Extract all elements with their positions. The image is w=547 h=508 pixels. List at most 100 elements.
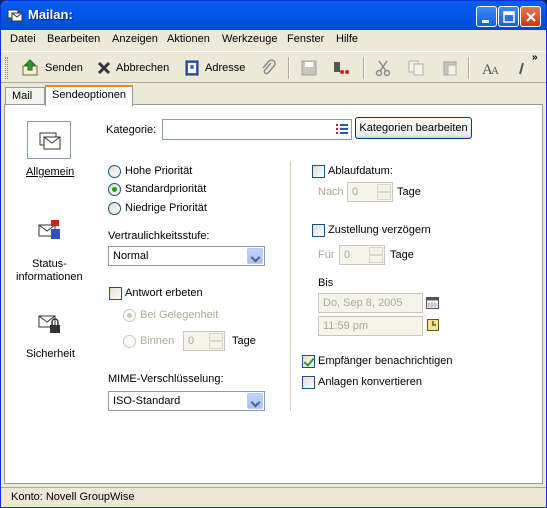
stepper-arrows-icon[interactable] bbox=[209, 333, 223, 349]
delay-delivery-checkbox[interactable] bbox=[312, 224, 325, 237]
address-button[interactable]: Adresse bbox=[183, 57, 245, 79]
copy-icon bbox=[408, 60, 424, 76]
tab-mail-label: Mail bbox=[12, 90, 33, 102]
clock-icon[interactable] bbox=[427, 319, 439, 331]
toolbar-grip[interactable] bbox=[5, 57, 8, 79]
reply-within-value: 0 bbox=[188, 335, 195, 347]
nav-security-label[interactable]: Sicherheit bbox=[26, 348, 75, 360]
reply-requested-checkbox[interactable] bbox=[109, 287, 122, 300]
edit-categories-label: Kategorien bearbeiten bbox=[359, 122, 468, 134]
category-input[interactable] bbox=[162, 119, 352, 140]
security-lock-icon[interactable] bbox=[38, 313, 62, 335]
confidentiality-select[interactable]: Normal bbox=[108, 246, 265, 266]
mime-encoding-value: ISO-Standard bbox=[113, 395, 181, 407]
italic-icon bbox=[519, 62, 524, 75]
spell-check-icon bbox=[334, 62, 349, 74]
send-button[interactable]: Senden bbox=[21, 57, 83, 79]
priority-standard-label[interactable]: Standardpriorität bbox=[125, 183, 206, 195]
expiration-checkbox[interactable] bbox=[312, 165, 325, 178]
menu-werkzeuge[interactable]: Werkzeuge bbox=[222, 33, 277, 45]
tab-sendeoptionen-label: Sendeoptionen bbox=[52, 89, 127, 101]
delay-until-label: Bis bbox=[318, 277, 334, 289]
delay-time-input[interactable]: 11:59 pm bbox=[318, 316, 423, 336]
menu-bar: Datei Bearbeiten Anzeigen Aktionen Werkz… bbox=[1, 30, 546, 50]
convert-attachments-label[interactable]: Anlagen konvertieren bbox=[318, 376, 422, 388]
minimize-button[interactable] bbox=[476, 6, 497, 27]
toolbar-separator bbox=[288, 57, 290, 79]
nav-status-label-line1[interactable]: Status- bbox=[32, 258, 67, 270]
attach-button[interactable] bbox=[259, 57, 277, 79]
divider bbox=[295, 343, 470, 344]
copy-button[interactable] bbox=[407, 57, 425, 79]
mail-app-icon bbox=[7, 9, 23, 22]
expiration-label[interactable]: Ablaufdatum: bbox=[328, 165, 393, 177]
reply-within-days-stepper[interactable]: 0 bbox=[183, 331, 225, 351]
title-bar[interactable]: Mailan: bbox=[1, 1, 546, 30]
priority-standard-radio[interactable] bbox=[108, 183, 121, 196]
divider bbox=[106, 152, 470, 153]
font-button[interactable]: A A bbox=[481, 57, 501, 79]
confidentiality-label: Vertraulichkeitsstufe: bbox=[108, 230, 210, 242]
delay-days-stepper[interactable]: 0 bbox=[339, 245, 385, 265]
delay-for-value: 0 bbox=[344, 249, 351, 261]
stepper-arrows-icon[interactable] bbox=[377, 184, 391, 200]
notify-recipients-label[interactable]: Empfänger benachrichtigen bbox=[318, 355, 453, 367]
menu-anzeigen[interactable]: Anzeigen bbox=[112, 33, 158, 45]
tab-strip: Mail Sendeoptionen bbox=[1, 85, 546, 106]
tab-mail[interactable]: Mail bbox=[5, 87, 45, 105]
menu-datei[interactable]: Datei bbox=[10, 33, 36, 45]
column-divider bbox=[290, 161, 291, 411]
maximize-button[interactable] bbox=[498, 6, 519, 27]
delay-delivery-label[interactable]: Zustellung verzögern bbox=[328, 224, 431, 236]
expiration-days-stepper[interactable]: 0 bbox=[347, 182, 393, 202]
nav-general-label[interactable]: Allgemein bbox=[26, 166, 74, 178]
mime-encoding-select[interactable]: ISO-Standard bbox=[108, 391, 265, 411]
close-icon bbox=[526, 12, 536, 22]
save-button[interactable] bbox=[300, 57, 318, 79]
delay-days-label: Tage bbox=[390, 249, 414, 261]
menu-bearbeiten[interactable]: Bearbeiten bbox=[47, 33, 100, 45]
cut-button[interactable] bbox=[374, 57, 392, 79]
confidentiality-value: Normal bbox=[113, 250, 149, 262]
chevron-down-icon[interactable] bbox=[247, 248, 263, 264]
mime-encoding-label: MIME-Verschlüsselung: bbox=[108, 373, 224, 385]
paste-button[interactable] bbox=[441, 57, 459, 79]
convert-attachments-checkbox[interactable] bbox=[302, 376, 315, 389]
status-info-icon[interactable] bbox=[38, 219, 62, 241]
edit-categories-button[interactable]: Kategorien bearbeiten bbox=[355, 117, 472, 139]
reply-within-label[interactable]: Binnen bbox=[140, 335, 174, 347]
toolbar-overflow-chevron-icon[interactable]: » bbox=[532, 52, 538, 63]
priority-high-radio[interactable] bbox=[108, 165, 121, 178]
reply-when-convenient-label[interactable]: Bei Gelegenheit bbox=[140, 309, 218, 321]
cancel-button[interactable]: Abbrechen bbox=[96, 57, 169, 79]
nav-status-label-line2[interactable]: informationen bbox=[16, 271, 83, 283]
chevron-down-icon[interactable] bbox=[247, 393, 263, 409]
close-button[interactable] bbox=[520, 6, 541, 27]
priority-high-label[interactable]: Hohe Priorität bbox=[125, 165, 192, 177]
notify-recipients-checkbox[interactable] bbox=[302, 355, 315, 368]
priority-low-label[interactable]: Niedrige Priorität bbox=[125, 202, 207, 214]
send-icon bbox=[22, 59, 38, 76]
expiration-after-label: Nach bbox=[318, 186, 344, 198]
spell-check-button[interactable] bbox=[331, 57, 351, 79]
paperclip-icon bbox=[262, 59, 276, 75]
reply-when-convenient-radio[interactable] bbox=[123, 309, 136, 322]
calendar-icon[interactable] bbox=[426, 297, 439, 309]
expiration-after-value: 0 bbox=[352, 186, 359, 198]
category-list-icon[interactable] bbox=[336, 124, 348, 134]
reply-requested-label[interactable]: Antwort erbeten bbox=[125, 287, 203, 299]
mail-window: Mailan: Datei Bearbeiten Anzeigen Aktion… bbox=[0, 0, 547, 508]
priority-low-radio[interactable] bbox=[108, 202, 121, 215]
envelope-icon bbox=[39, 132, 61, 150]
delay-date-input[interactable]: Do, Sep 8, 2005 bbox=[318, 293, 423, 313]
tab-sendeoptionen[interactable]: Sendeoptionen bbox=[45, 85, 133, 106]
menu-fenster[interactable]: Fenster bbox=[287, 33, 324, 45]
delay-date-value: Do, Sep 8, 2005 bbox=[323, 297, 403, 309]
menu-aktionen[interactable]: Aktionen bbox=[167, 33, 210, 45]
reply-within-radio[interactable] bbox=[123, 335, 136, 348]
menu-hilfe[interactable]: Hilfe bbox=[336, 33, 358, 45]
nav-general-highlight[interactable] bbox=[27, 121, 71, 159]
italic-button[interactable] bbox=[515, 57, 527, 79]
divider bbox=[295, 213, 470, 214]
stepper-arrows-icon[interactable] bbox=[369, 247, 383, 263]
